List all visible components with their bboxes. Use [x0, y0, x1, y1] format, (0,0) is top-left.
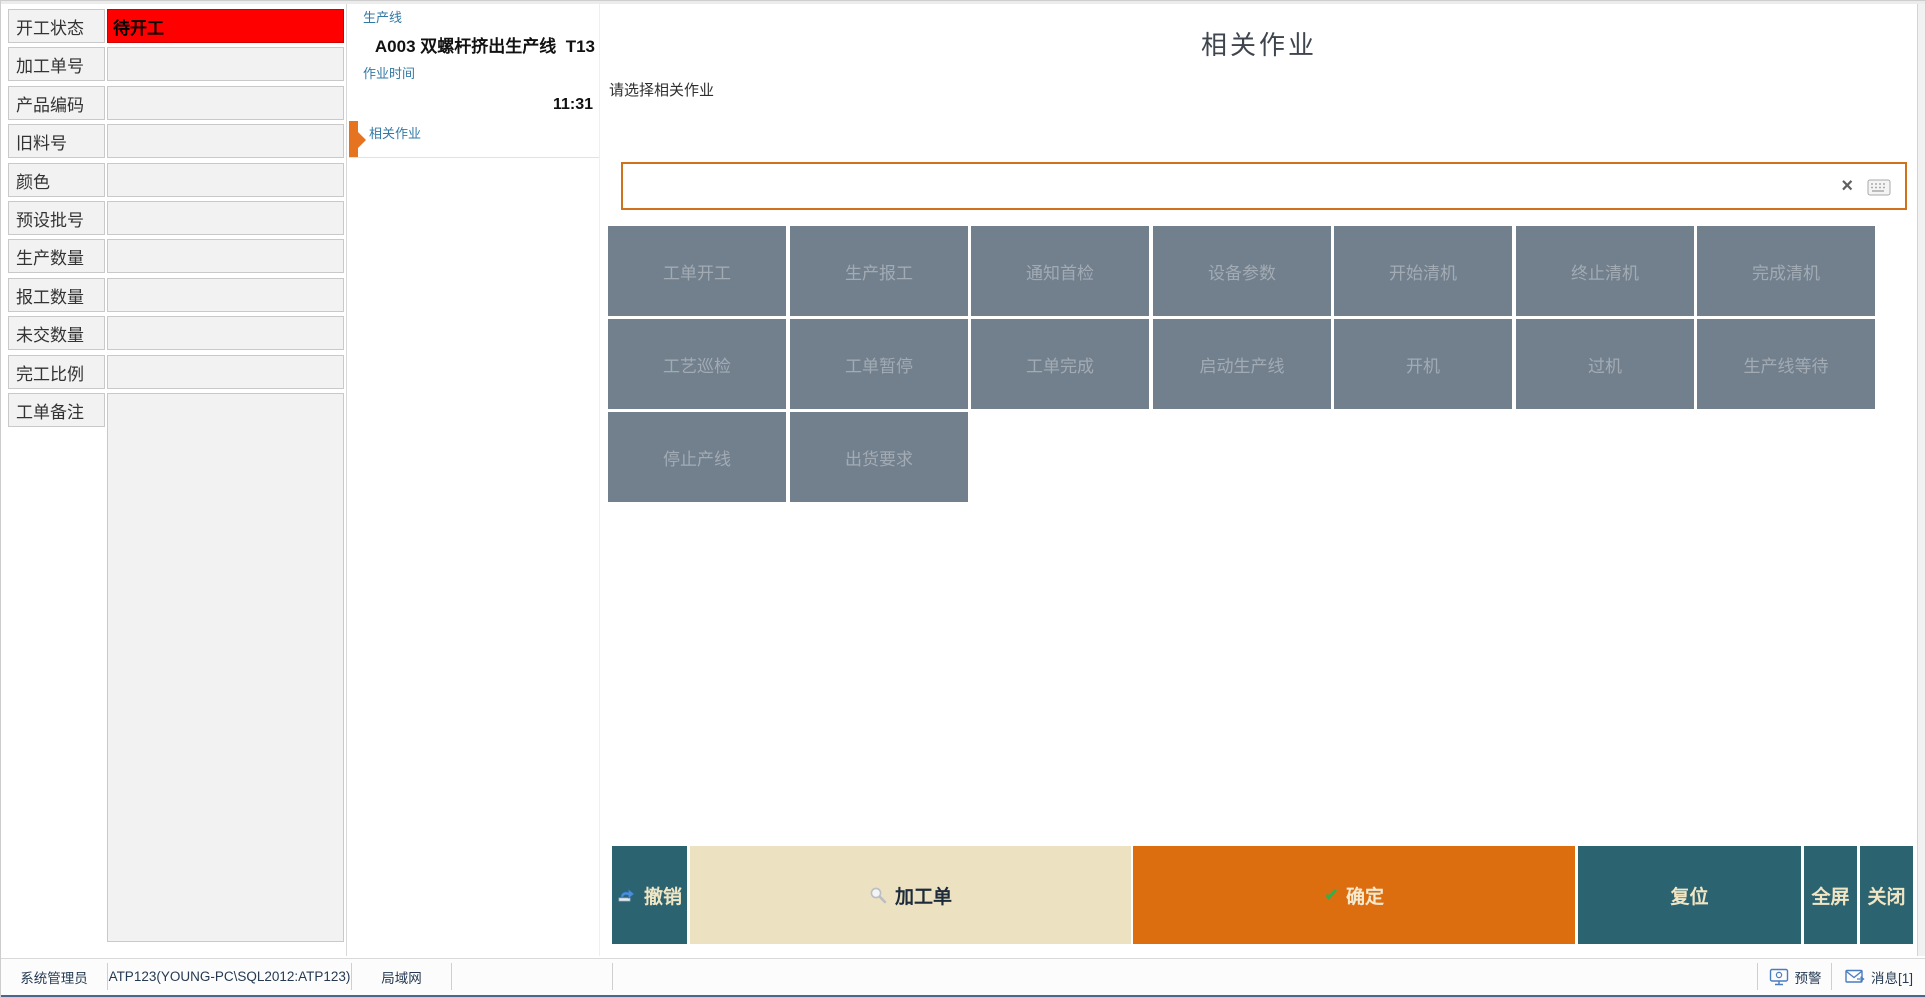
right-scroll-track[interactable] — [1917, 4, 1926, 956]
undo-button-label: 撤销 — [644, 882, 682, 909]
job-tile-machine-on[interactable]: 开机 — [1334, 319, 1512, 409]
field-value-completion-ratio — [107, 355, 344, 389]
field-value-reported-qty — [107, 278, 344, 312]
status-connection: ATP123(YOUNG-PC\SQL2012:ATP123) — [108, 958, 351, 995]
job-tile-process-patrol[interactable]: 工艺巡检 — [608, 319, 786, 409]
job-tile-finish-cleaning[interactable]: 完成清机 — [1697, 226, 1875, 316]
work-time-label: 作业时间 — [363, 63, 415, 82]
job-tile-start-cleaning[interactable]: 开始清机 — [1334, 226, 1512, 316]
job-tile-workorder-finish[interactable]: 工单完成 — [971, 319, 1149, 409]
field-value-start-status: 待开工 — [107, 9, 344, 43]
production-line-label: 生产线 — [363, 7, 402, 26]
field-label-old-part-no: 旧料号 — [8, 124, 105, 158]
reset-button[interactable]: 复位 — [1578, 846, 1801, 944]
panel-separator — [349, 157, 599, 158]
panel-divider-left — [346, 4, 347, 956]
field-label-product-code: 产品编码 — [8, 86, 105, 120]
job-tile-production-report[interactable]: 生产报工 — [790, 226, 968, 316]
field-value-preset-batch — [107, 201, 344, 235]
close-button[interactable]: 关闭 — [1860, 846, 1913, 944]
job-tile-line-waiting[interactable]: 生产线等待 — [1697, 319, 1875, 409]
job-search-box: × — [621, 162, 1907, 210]
field-value-undelivered-qty — [107, 316, 344, 350]
alert-label: 预警 — [1795, 967, 1822, 987]
confirm-button-label: 确定 — [1346, 882, 1384, 909]
field-label-completion-ratio: 完工比例 — [8, 355, 105, 389]
field-label-production-qty: 生产数量 — [8, 239, 105, 273]
job-search-input[interactable] — [623, 164, 1905, 208]
magnifier-icon — [869, 886, 888, 905]
job-tile-workorder-start[interactable]: 工单开工 — [608, 226, 786, 316]
keyboard-icon[interactable] — [1867, 179, 1891, 196]
messages-status-button[interactable]: 消息[1] — [1837, 958, 1921, 995]
reset-button-label: 复位 — [1670, 882, 1708, 909]
messages-label: 消息[1] — [1871, 967, 1913, 987]
alert-status-button[interactable]: 预警 — [1763, 958, 1827, 995]
status-network: 局域网 — [352, 958, 451, 995]
panel-divider-right — [599, 4, 600, 956]
status-user: 系统管理员 — [1, 958, 107, 995]
worksheet-button-label: 加工单 — [895, 882, 952, 909]
page-title: 相关作业 — [601, 25, 1917, 62]
job-tile-shipment-request[interactable]: 出货要求 — [790, 412, 968, 502]
job-tile-machine-pass[interactable]: 过机 — [1516, 319, 1694, 409]
undo-button[interactable]: 撤销 — [612, 846, 687, 944]
select-job-prompt: 请选择相关作业 — [609, 79, 714, 100]
app-window: 开工状态 待开工 加工单号 产品编码 旧料号 颜色 预设批号 生产数量 报工数量… — [0, 0, 1926, 998]
selected-item-indicator-icon — [349, 121, 358, 158]
clear-icon[interactable]: × — [1841, 175, 1853, 197]
selected-item-indicator-tip-icon — [358, 132, 366, 148]
panel-item-related-jobs[interactable]: 相关作业 — [369, 123, 421, 142]
job-tile-workorder-pause[interactable]: 工单暂停 — [790, 319, 968, 409]
field-label-workorder-remark: 工单备注 — [8, 393, 105, 427]
fullscreen-button-label: 全屏 — [1811, 882, 1849, 909]
job-tile-equipment-params[interactable]: 设备参数 — [1153, 226, 1331, 316]
window-top-edge — [1, 1, 1926, 4]
undo-icon — [617, 887, 637, 903]
field-value-old-part-no — [107, 124, 344, 158]
close-button-label: 关闭 — [1867, 882, 1905, 909]
job-tile-notify-first-inspection[interactable]: 通知首检 — [971, 226, 1149, 316]
job-tile-stop-cleaning[interactable]: 终止清机 — [1516, 226, 1694, 316]
work-time-value: 11:31 — [351, 96, 593, 114]
fullscreen-button[interactable]: 全屏 — [1804, 846, 1857, 944]
status-divider — [1757, 963, 1758, 990]
field-label-undelivered-qty: 未交数量 — [8, 316, 105, 350]
field-label-color: 颜色 — [8, 163, 105, 197]
production-line-value: A003 双螺杆挤出生产线 T13 — [351, 32, 595, 57]
field-label-preset-batch: 预设批号 — [8, 201, 105, 235]
status-divider — [1831, 963, 1832, 990]
field-label-start-status: 开工状态 — [8, 9, 105, 43]
job-tile-start-line[interactable]: 启动生产线 — [1153, 319, 1331, 409]
status-divider — [451, 963, 452, 990]
field-value-color — [107, 163, 344, 197]
worksheet-button[interactable]: 加工单 — [690, 846, 1131, 944]
status-divider — [612, 963, 613, 990]
field-label-reported-qty: 报工数量 — [8, 278, 105, 312]
envelope-icon — [1845, 969, 1865, 984]
confirm-button[interactable]: ✔ 确定 — [1133, 846, 1575, 944]
field-value-workorder-no — [107, 47, 344, 81]
monitor-gear-icon — [1769, 968, 1789, 986]
field-value-product-code — [107, 86, 344, 120]
field-value-workorder-remark — [107, 393, 344, 942]
field-label-workorder-no: 加工单号 — [8, 47, 105, 81]
job-tile-stop-line[interactable]: 停止产线 — [608, 412, 786, 502]
field-value-production-qty — [107, 239, 344, 273]
check-icon: ✔ — [1324, 885, 1339, 906]
